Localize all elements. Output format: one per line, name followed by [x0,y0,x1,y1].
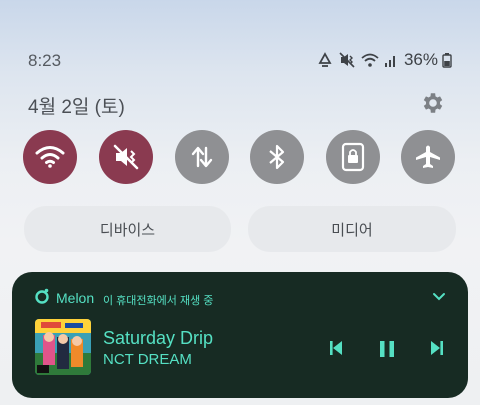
data-transfer-icon [191,146,213,168]
phone-lock-icon [341,142,365,172]
status-icons: 36% [316,50,452,70]
artist-name: NCT DREAM [103,351,192,368]
screen-lock-toggle[interactable] [326,130,380,184]
battery-percent: 36% [403,50,438,69]
date-label: 4월 2일 (토) [28,97,125,118]
settings-gear-icon[interactable] [420,90,446,116]
pause-icon[interactable] [378,340,396,358]
devices-button[interactable]: 디바이스 [24,206,231,252]
next-track-icon[interactable] [430,340,444,356]
chevron-down-icon[interactable] [432,292,446,302]
song-title: Saturday Drip [103,328,214,348]
mobile-data-toggle[interactable] [175,130,229,184]
wifi-icon [35,146,65,168]
wifi-status-icon [361,53,379,67]
recycle-sync-icon [318,52,332,67]
playback-location: 이 휴대전화에서 재생 중 [103,295,214,307]
status-time: 8:23 [28,51,62,70]
melon-logo-icon [35,288,49,304]
media-player-card[interactable]: Melon 이 휴대전화에서 재생 중 Saturday Drip NCT DR… [12,272,468,398]
airplane-icon [416,145,440,168]
vibrate-mute-icon [339,52,355,68]
album-art [35,319,91,375]
mute-vibrate-icon [113,144,139,170]
media-button[interactable]: 미디어 [248,206,456,252]
battery-icon [442,53,452,68]
airplane-mode-toggle[interactable] [401,130,455,184]
sound-mute-toggle[interactable] [99,130,153,184]
wifi-toggle[interactable] [23,130,77,184]
signal-icon [384,56,395,67]
previous-track-icon[interactable] [329,340,343,356]
app-name: Melon [56,290,95,306]
bluetooth-icon [269,144,285,170]
bluetooth-toggle[interactable] [250,130,304,184]
